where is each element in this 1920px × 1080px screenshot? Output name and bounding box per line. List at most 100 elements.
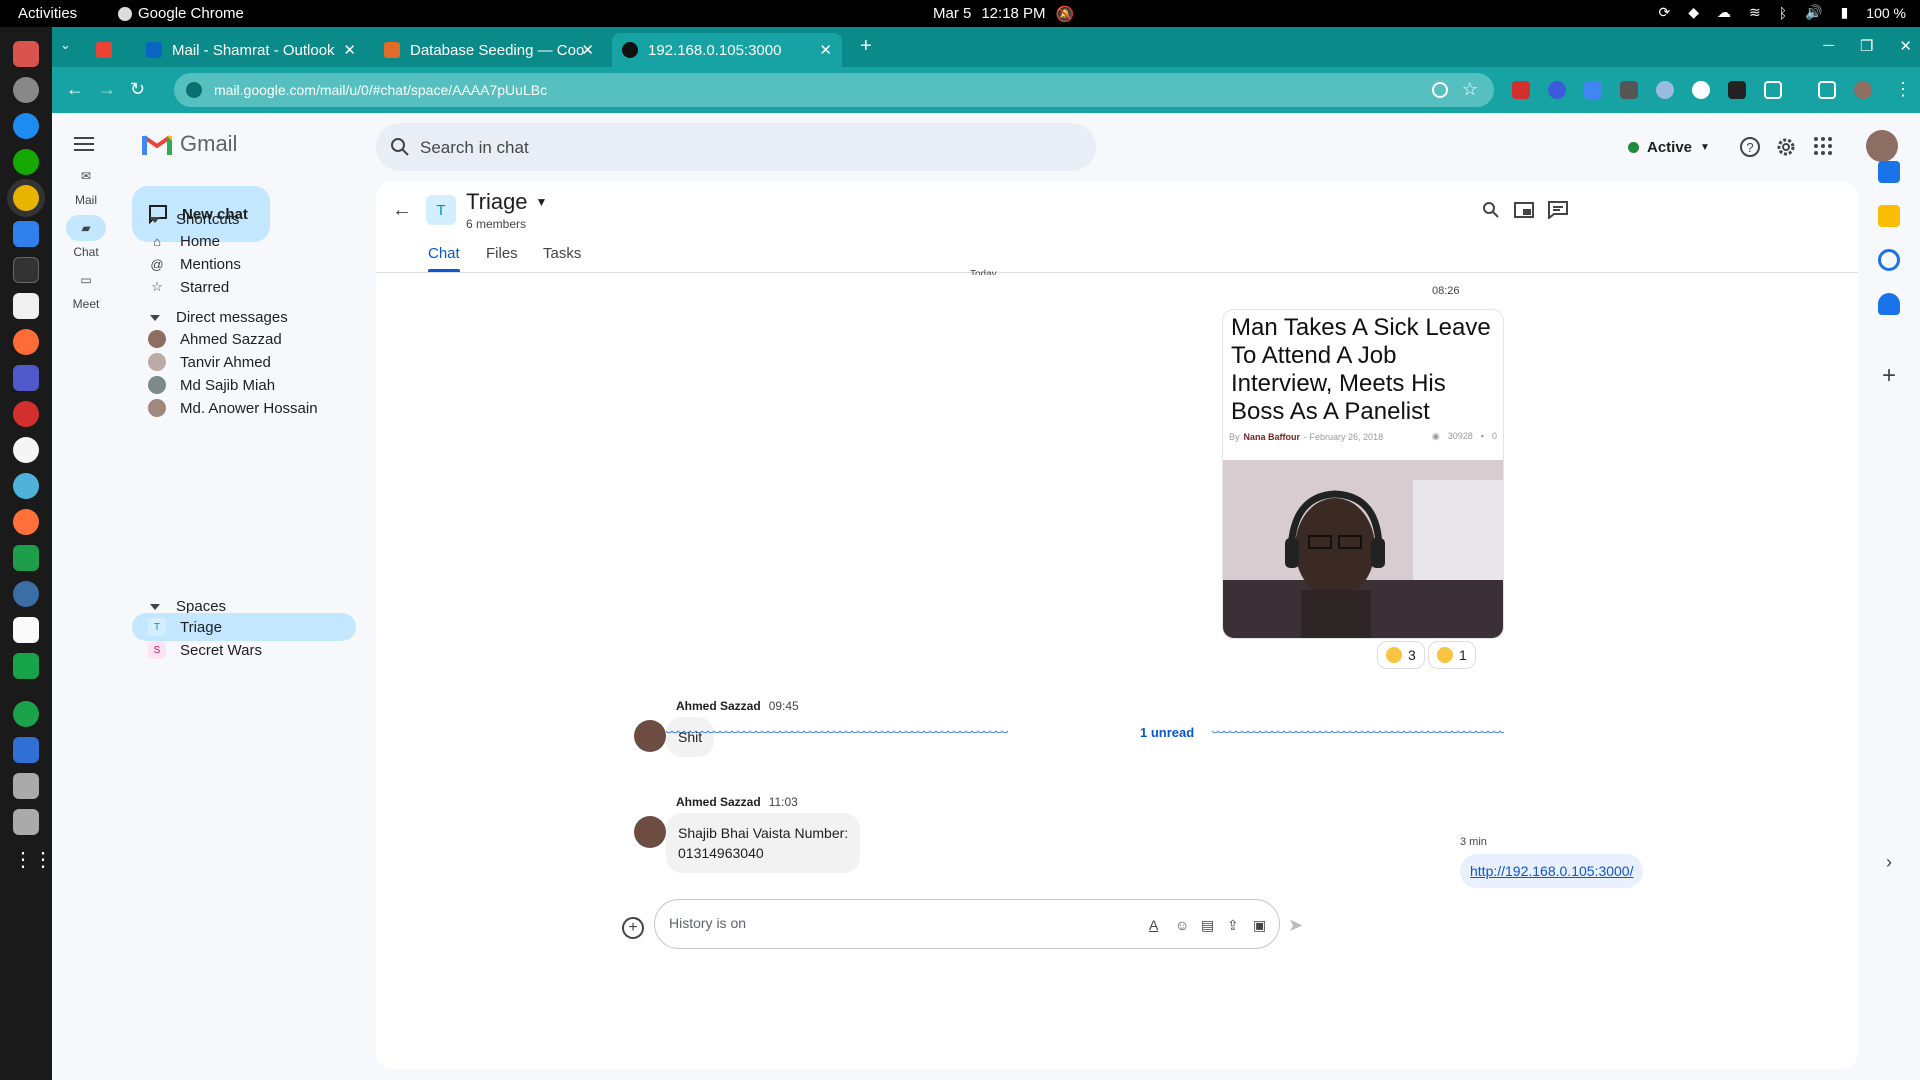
sender-avatar[interactable]	[634, 720, 666, 752]
calendar-icon[interactable]	[1878, 161, 1900, 183]
dm-md-anower-hossain[interactable]: Md. Anower Hossain	[132, 394, 356, 422]
disk-icon[interactable]	[13, 809, 39, 835]
shortcut-starred[interactable]: ☆ Starred	[132, 273, 356, 301]
tab-search-icon[interactable]: ⌄	[60, 37, 71, 53]
adblock-extension-icon[interactable]	[1512, 81, 1530, 99]
minimize-icon[interactable]: ─	[1823, 37, 1834, 55]
mongodb-app-icon[interactable]	[13, 437, 39, 463]
chat-app-icon[interactable]	[13, 653, 39, 679]
image-message[interactable]: Man Takes A Sick Leave To Attend A Job I…	[1222, 309, 1504, 639]
rail-chat[interactable]: ▰ Chat	[52, 215, 120, 259]
contacts-icon[interactable]	[1878, 293, 1900, 315]
vscode-app-icon[interactable]	[13, 221, 39, 247]
message-bubble[interactable]: Shit	[666, 717, 715, 757]
forward-icon[interactable]: →	[98, 79, 116, 100]
back-icon[interactable]: ←	[66, 79, 84, 100]
back-arrow-icon[interactable]: ←	[392, 199, 412, 222]
tasks-icon[interactable]	[1878, 249, 1900, 271]
tab-database-seeding[interactable]: Database Seeding — Coo ✕	[374, 33, 604, 67]
new-tab-button[interactable]: +	[860, 35, 872, 58]
chevron-right-icon[interactable]: ›	[1878, 851, 1900, 873]
firefox-app-icon[interactable]	[13, 509, 39, 535]
upload-icon[interactable]: ⇪	[1227, 917, 1243, 933]
docker-app-icon[interactable]	[13, 113, 39, 139]
apps-grid-icon[interactable]	[1812, 135, 1834, 157]
message-link[interactable]: http://192.168.0.105:3000/	[1470, 863, 1633, 879]
rail-mail[interactable]: ✉ Mail	[52, 163, 120, 207]
account-avatar[interactable]	[1866, 130, 1898, 162]
puzzle-extensions-icon[interactable]	[1764, 81, 1782, 99]
chrome-menu-icon[interactable]: ⋮	[1894, 79, 1912, 100]
app-grid-icon[interactable]: ⋮⋮⋮	[13, 847, 73, 873]
settings-app-icon[interactable]	[13, 77, 39, 103]
tracking-icon[interactable]	[1432, 82, 1448, 98]
extension-icon[interactable]	[1692, 81, 1710, 99]
video-meeting-icon[interactable]: ▣	[1253, 917, 1269, 933]
settings-gear-icon[interactable]	[1774, 135, 1798, 159]
site-info-icon[interactable]	[186, 82, 202, 98]
space-title[interactable]: Triage ▼	[466, 189, 547, 215]
activities-button[interactable]: Activities	[18, 5, 77, 22]
chat-search[interactable]: Search in chat	[376, 123, 1096, 171]
phone-number[interactable]: 01314963040	[678, 843, 848, 863]
close-icon[interactable]: ✕	[343, 41, 356, 59]
threads-icon[interactable]	[1548, 201, 1568, 219]
url-text[interactable]: mail.google.com/mail/u/0/#chat/space/AAA…	[214, 82, 547, 98]
bookmark-star-icon[interactable]: ☆	[1462, 79, 1478, 100]
member-count[interactable]: 6 members	[466, 217, 526, 231]
system-tray[interactable]: ⟳ ◆ ☁ ≋ ᛒ 🔊 ▮ 100 %	[1658, 4, 1906, 21]
virtualbox-app-icon[interactable]	[13, 737, 39, 763]
add-attachment-button[interactable]: +	[622, 917, 644, 939]
extension-icon[interactable]	[1656, 81, 1674, 99]
format-text-icon[interactable]: A	[1149, 917, 1165, 933]
extension-icon[interactable]	[1548, 81, 1566, 99]
eyedropper-extension-icon[interactable]	[1728, 81, 1746, 99]
side-panel-icon[interactable]	[1818, 81, 1836, 99]
emoji-icon[interactable]: ☺	[1175, 917, 1191, 933]
search-input[interactable]: Search in chat	[420, 138, 529, 158]
tab-localhost[interactable]: 192.168.0.105:3000 ✕	[612, 33, 842, 67]
address-bar[interactable]: mail.google.com/mail/u/0/#chat/space/AAA…	[174, 73, 1494, 107]
shortcuts-header[interactable]: Shortcuts	[150, 211, 239, 228]
send-icon[interactable]: ➤	[1288, 915, 1303, 936]
link-message[interactable]: http://192.168.0.105:3000/	[1460, 854, 1644, 888]
pinned-tab[interactable]	[96, 33, 116, 67]
redis-app-icon[interactable]	[13, 401, 39, 427]
space-secret-wars[interactable]: S Secret Wars	[132, 636, 356, 664]
translate-extension-icon[interactable]	[1584, 81, 1602, 99]
pop-out-icon[interactable]	[1514, 201, 1534, 219]
tab-outlook[interactable]: Mail - Shamrat - Outlook ✕	[136, 33, 366, 67]
vim-app-icon[interactable]	[13, 293, 39, 319]
profile-avatar[interactable]	[1854, 81, 1872, 99]
f-extension-icon[interactable]	[1620, 81, 1638, 99]
reaction-laughing[interactable]: 1	[1428, 641, 1476, 669]
close-window-icon[interactable]: ✕	[1899, 37, 1912, 55]
mysql-app-icon[interactable]	[13, 581, 39, 607]
tab-files[interactable]: Files	[486, 245, 518, 262]
restore-icon[interactable]: ❐	[1860, 37, 1873, 55]
dm-header[interactable]: Direct messages	[150, 309, 288, 326]
help-icon[interactable]: ?	[1738, 135, 1762, 159]
sheets-app-icon[interactable]	[13, 545, 39, 571]
files-app-icon[interactable]	[13, 41, 39, 67]
close-icon[interactable]: ✕	[819, 41, 832, 59]
message-composer[interactable]: History is on A ☺ ▤ ⇪ ▣	[654, 899, 1280, 949]
close-icon[interactable]: ✕	[581, 41, 594, 59]
composer-input[interactable]: History is on	[669, 915, 746, 931]
tab-tasks[interactable]: Tasks	[543, 245, 581, 262]
text-editor-app-icon[interactable]	[13, 617, 39, 643]
upwork-app-icon[interactable]	[13, 149, 39, 175]
main-menu-icon[interactable]	[74, 137, 94, 151]
tab-chat[interactable]: Chat	[428, 245, 460, 262]
sender-avatar[interactable]	[634, 816, 666, 848]
rail-meet[interactable]: ▭ Meet	[52, 267, 120, 311]
message-bubble[interactable]: Shajib Bhai Vaista Number: 01314963040	[666, 813, 861, 873]
gif-icon[interactable]: ▤	[1201, 917, 1217, 933]
reaction-rofl[interactable]: 3	[1377, 641, 1425, 669]
status-dropdown[interactable]: Active ▼	[1614, 123, 1716, 171]
disk-icon[interactable]	[13, 773, 39, 799]
gmail-logo[interactable]: Gmail	[142, 131, 237, 157]
postman-app-icon[interactable]	[13, 329, 39, 355]
keep-icon[interactable]	[1878, 205, 1900, 227]
compass-app-icon[interactable]	[13, 473, 39, 499]
